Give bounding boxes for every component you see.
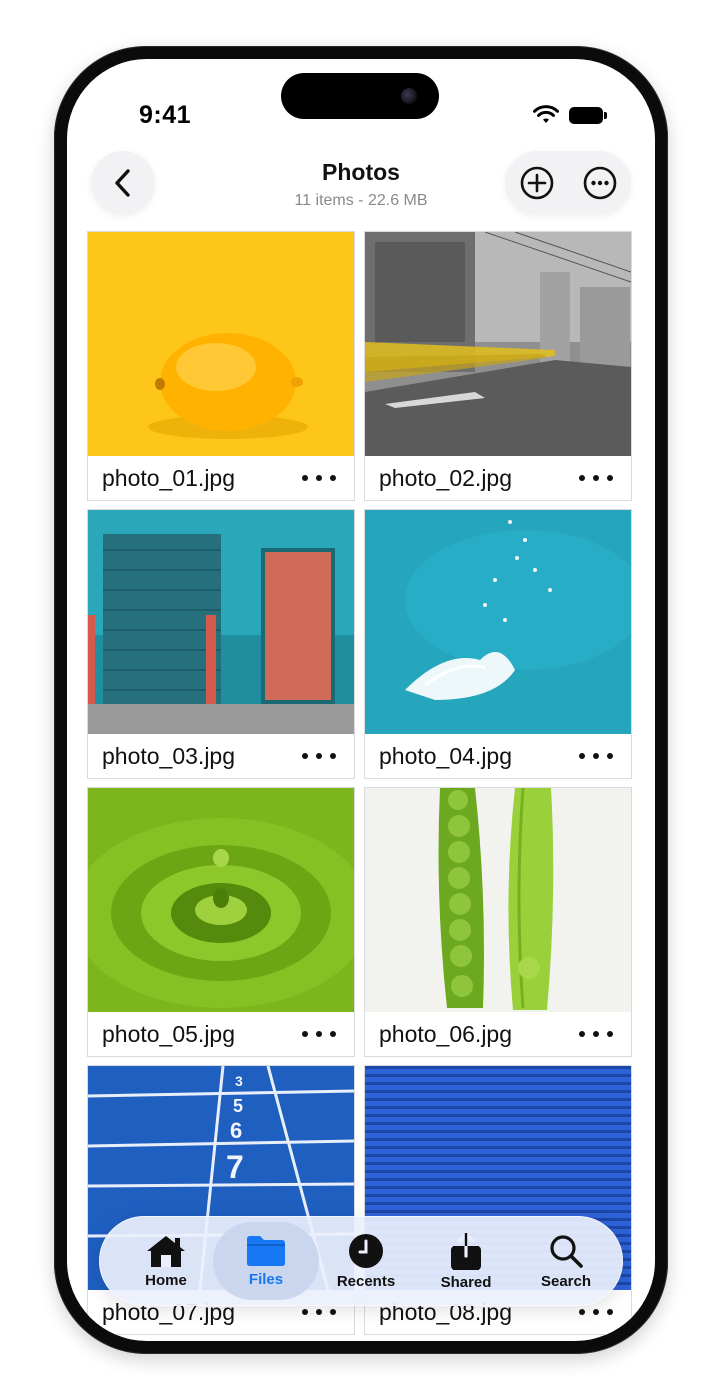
status-time: 9:41 <box>139 101 192 129</box>
tab-recents[interactable]: Recents <box>313 1222 419 1300</box>
more-icon[interactable] <box>579 746 613 766</box>
more-icon[interactable] <box>302 746 336 766</box>
svg-text:7: 7 <box>226 1149 244 1185</box>
plus-circle-icon <box>520 166 553 200</box>
ellipsis-circle-icon <box>583 166 616 200</box>
folder-icon <box>247 1235 285 1266</box>
file-item[interactable]: photo_01.jpg <box>87 231 355 501</box>
tab-label: Search <box>540 1272 592 1290</box>
file-name: photo_04.jpg <box>379 743 513 769</box>
share-icon <box>451 1231 481 1270</box>
photo-thumbnail[interactable] <box>88 788 354 1012</box>
tab-bar: Home Files Recents Shared Search <box>99 1216 623 1306</box>
nav-actions <box>505 151 631 215</box>
photo-thumbnail[interactable] <box>365 510 631 734</box>
file-name: photo_02.jpg <box>379 465 513 491</box>
photo-thumbnail[interactable] <box>365 232 631 456</box>
svg-text:3: 3 <box>235 1073 243 1089</box>
tab-label: Shared <box>440 1273 492 1291</box>
magnifier-icon <box>550 1234 583 1268</box>
tab-files[interactable]: Files <box>213 1222 319 1300</box>
tab-label: Recents <box>336 1272 396 1290</box>
file-item[interactable]: photo_04.jpg <box>364 509 632 779</box>
tab-label: Files <box>248 1270 284 1288</box>
phone-frame: 9:41 Photos 11 items - 22.6 MB photo_01.… <box>54 46 668 1354</box>
photo-thumbnail[interactable] <box>88 232 354 456</box>
photo-thumbnail[interactable] <box>365 788 631 1012</box>
file-name: photo_05.jpg <box>102 1021 236 1047</box>
status-icons <box>533 105 607 125</box>
svg-text:5: 5 <box>233 1096 243 1116</box>
file-item[interactable]: photo_03.jpg <box>87 509 355 779</box>
more-options-button[interactable] <box>578 161 622 205</box>
add-button[interactable] <box>515 161 559 205</box>
file-name: photo_06.jpg <box>379 1021 513 1047</box>
file-item[interactable]: photo_05.jpg <box>87 787 355 1057</box>
file-name: photo_03.jpg <box>102 743 236 769</box>
battery-icon <box>569 106 607 124</box>
file-name: photo_01.jpg <box>102 465 236 491</box>
tab-home[interactable]: Home <box>113 1222 219 1300</box>
more-icon[interactable] <box>302 468 336 488</box>
file-item[interactable]: photo_02.jpg <box>364 231 632 501</box>
wifi-icon <box>533 105 559 123</box>
more-icon[interactable] <box>579 468 613 488</box>
camera-icon <box>401 88 417 104</box>
screen: 9:41 Photos 11 items - 22.6 MB photo_01.… <box>67 59 655 1341</box>
tab-search[interactable]: Search <box>513 1222 619 1300</box>
house-icon <box>147 1235 185 1267</box>
tab-shared[interactable]: Shared <box>413 1222 519 1300</box>
file-item[interactable]: photo_06.jpg <box>364 787 632 1057</box>
more-icon[interactable] <box>579 1024 613 1044</box>
dynamic-island <box>281 73 439 119</box>
tab-label: Home <box>145 1271 187 1289</box>
more-icon[interactable] <box>302 1024 336 1044</box>
photo-thumbnail[interactable] <box>88 510 354 734</box>
clock-icon <box>349 1233 383 1268</box>
svg-text:6: 6 <box>230 1118 242 1143</box>
